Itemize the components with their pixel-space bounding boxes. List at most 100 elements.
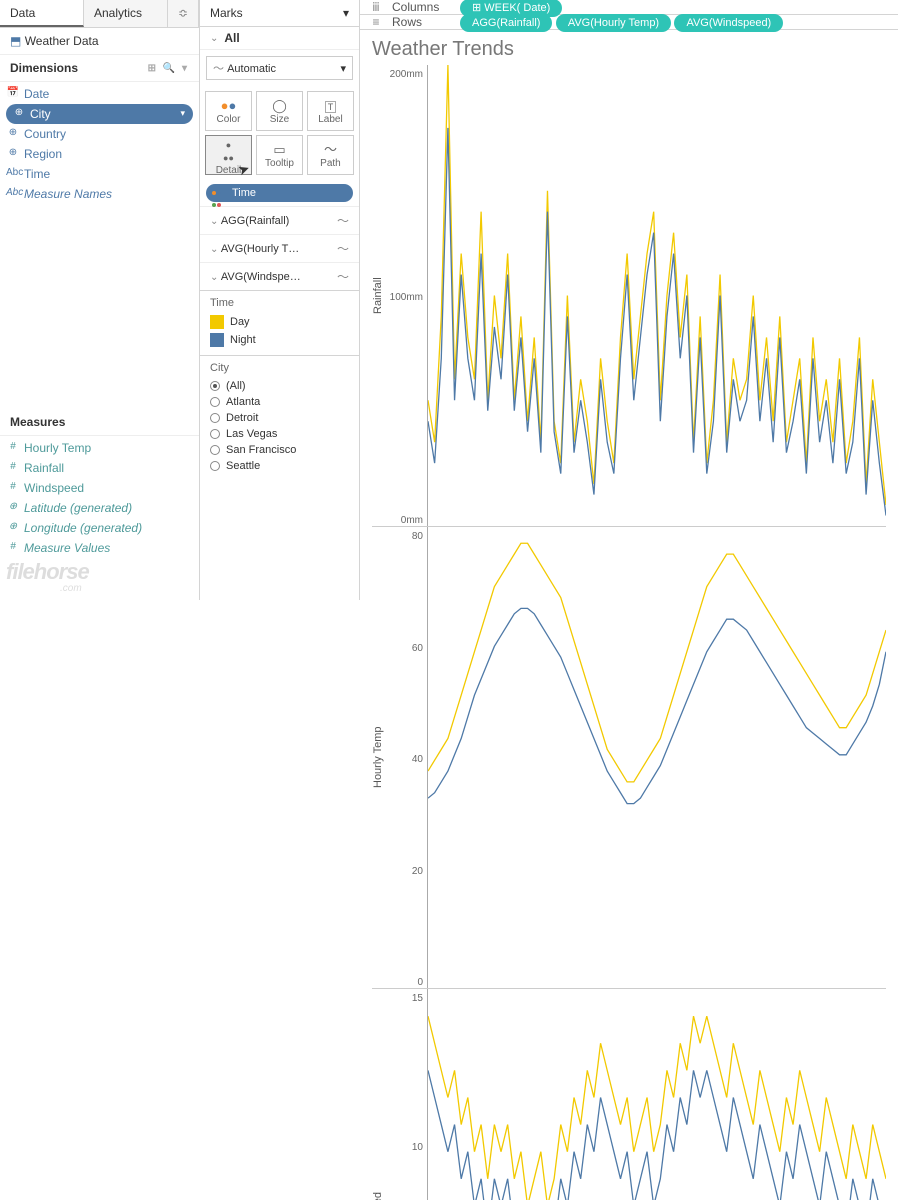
button-label: Color — [217, 114, 241, 125]
shelf-label: AGG(Rainfall) — [221, 215, 289, 227]
color-button[interactable]: ●● Color — [205, 91, 252, 131]
tab-data[interactable]: Data — [0, 0, 84, 27]
path-icon: 〜 — [324, 143, 337, 156]
city-label: San Francisco — [226, 444, 296, 456]
size-button[interactable]: ◯ Size — [256, 91, 303, 131]
detail-icon: ●●● — [223, 137, 234, 163]
dimension-date[interactable]: 📅Date — [0, 84, 199, 104]
measure-windspeed[interactable]: #Windspeed — [0, 478, 199, 498]
radio-icon — [210, 397, 220, 407]
field-icon: # — [6, 461, 20, 472]
dimensions-header: Dimensions ⊞ 🔍 ▾ — [0, 55, 199, 82]
rows-icon: ≡ — [368, 15, 384, 29]
time-pill-label: Time — [232, 187, 256, 199]
dimension-time[interactable]: AbcTime — [0, 164, 199, 184]
radio-icon — [210, 429, 220, 439]
plot-area — [428, 65, 886, 526]
dimension-city[interactable]: ⊕City▾ — [6, 104, 193, 124]
tab-analytics[interactable]: Analytics — [84, 0, 168, 27]
button-label: Path — [320, 158, 341, 169]
city-label: Las Vegas — [226, 428, 277, 440]
legend-label: Night — [230, 334, 256, 346]
series-day — [428, 543, 886, 782]
y-tick: 0mm — [401, 515, 423, 526]
measure-latitude-generated-[interactable]: ⊕Latitude (generated) — [0, 498, 199, 518]
legend-item[interactable]: Day — [210, 313, 349, 331]
dimensions-list: 📅Date⊕City▾⊕Country⊕RegionAbcTimeAbcMeas… — [0, 82, 199, 206]
city-radio[interactable]: Atlanta — [210, 394, 349, 410]
mark-shelves: ⌄ AGG(Rainfall)〜⌄ AVG(Hourly T…〜⌄ AVG(Wi… — [200, 206, 359, 290]
viz-title[interactable]: Weather Trends — [372, 38, 886, 61]
size-icon: ◯ — [272, 99, 287, 112]
dimension-measure-names[interactable]: AbcMeasure Names — [0, 184, 199, 204]
chevron-down-icon: ⌄ — [210, 33, 218, 44]
path-button[interactable]: 〜 Path — [307, 135, 354, 175]
charts-container: Rainfall200mm100mm0mmHourly Temp80604020… — [372, 65, 886, 1200]
city-radio[interactable]: San Francisco — [210, 442, 349, 458]
datasource[interactable]: ⬒ Weather Data — [0, 28, 199, 55]
measure-longitude-generated-[interactable]: ⊕Longitude (generated) — [0, 518, 199, 538]
field-icon: Abc — [6, 187, 20, 198]
field-icon: ⊕ — [12, 107, 26, 118]
data-pane: Data Analytics ≎ ⬒ Weather Data Dimensio… — [0, 0, 200, 600]
y-tick: 10 — [412, 1142, 423, 1153]
measure-measure-values[interactable]: #Measure Values — [0, 538, 199, 558]
detail-button[interactable]: ●●●Detail — [205, 135, 252, 175]
label-icon: T — [325, 99, 337, 112]
dimensions-title: Dimensions — [10, 61, 78, 75]
y-axis-label: Rainfall — [372, 65, 388, 526]
plot-area — [428, 527, 886, 988]
marks-title: Marks — [210, 6, 243, 20]
y-axis-label: Windspeed — [372, 989, 388, 1200]
dimension-region[interactable]: ⊕Region — [0, 144, 199, 164]
city-filter-title: City — [210, 362, 349, 374]
time-legend: Time DayNight — [200, 290, 359, 355]
y-tick: 200mm — [390, 69, 423, 80]
line-icon: 〜 — [337, 240, 349, 257]
color-icon: ●● — [221, 99, 237, 112]
legend-item[interactable]: Night — [210, 331, 349, 349]
button-label: Size — [270, 114, 289, 125]
marks-caret[interactable]: ▾ — [343, 6, 349, 20]
tooltip-button[interactable]: ▭Tooltip — [256, 135, 303, 175]
dimension-country[interactable]: ⊕Country — [0, 124, 199, 144]
field-icon: # — [6, 481, 20, 492]
field-icon: # — [6, 441, 20, 452]
time-pill[interactable]: Time — [206, 184, 353, 202]
chart-windspeed[interactable]: Windspeed151050 — [372, 989, 886, 1200]
city-radio[interactable]: (All) — [210, 378, 349, 394]
chart-hourly-temp[interactable]: Hourly Temp806040200 — [372, 527, 886, 989]
mark-shelf[interactable]: ⌄ AGG(Rainfall)〜 — [200, 206, 359, 234]
marks-all[interactable]: ⌄ All — [200, 27, 359, 50]
watermark-sub: .com — [60, 583, 82, 594]
mark-type-label: Automatic — [227, 63, 276, 75]
time-legend-items: Day Night — [210, 313, 349, 349]
mark-type-select[interactable]: 〜 Automatic ▾ — [206, 56, 353, 80]
color-swatch — [210, 333, 224, 347]
legend-label: Day — [230, 316, 250, 328]
tooltip-icon: ▭ — [273, 143, 285, 156]
chart-rainfall[interactable]: Rainfall200mm100mm0mm — [372, 65, 886, 527]
mark-shelf[interactable]: ⌄ AVG(Hourly T…〜 — [200, 234, 359, 262]
rows-shelf[interactable]: ≡ Rows AGG(Rainfall) AVG(Hourly Temp) AV… — [360, 15, 898, 30]
chevron-icon: ⌄ — [210, 216, 218, 227]
pane-tabs: Data Analytics ≎ — [0, 0, 199, 28]
y-tick: 15 — [412, 993, 423, 1004]
measure-rainfall[interactable]: #Rainfall — [0, 458, 199, 478]
mark-shelf[interactable]: ⌄ AVG(Windspe…〜 — [200, 262, 359, 290]
measures-header: Measures — [0, 409, 199, 436]
y-axis-label: Hourly Temp — [372, 527, 388, 988]
y-tick: 80 — [412, 531, 423, 542]
label-button[interactable]: TLabel — [307, 91, 354, 131]
city-radio[interactable]: Las Vegas — [210, 426, 349, 442]
dimensions-tools[interactable]: ⊞ 🔍 ▾ — [148, 63, 189, 74]
city-radio[interactable]: Detroit — [210, 410, 349, 426]
city-filter-items: (All)AtlantaDetroit Las Vegas San Francisc… — [210, 378, 349, 474]
measure-hourly-temp[interactable]: #Hourly Temp — [0, 438, 199, 458]
shelf-label: AVG(Windspe… — [221, 271, 301, 283]
city-radio[interactable]: Seattle — [210, 458, 349, 474]
columns-shelf[interactable]: ⅲ Columns ⊞ WEEK( Date) — [360, 0, 898, 15]
tab-dropdown[interactable]: ≎ — [168, 0, 199, 27]
columns-label: Columns — [392, 0, 452, 14]
datasource-name: Weather Data — [25, 34, 99, 48]
